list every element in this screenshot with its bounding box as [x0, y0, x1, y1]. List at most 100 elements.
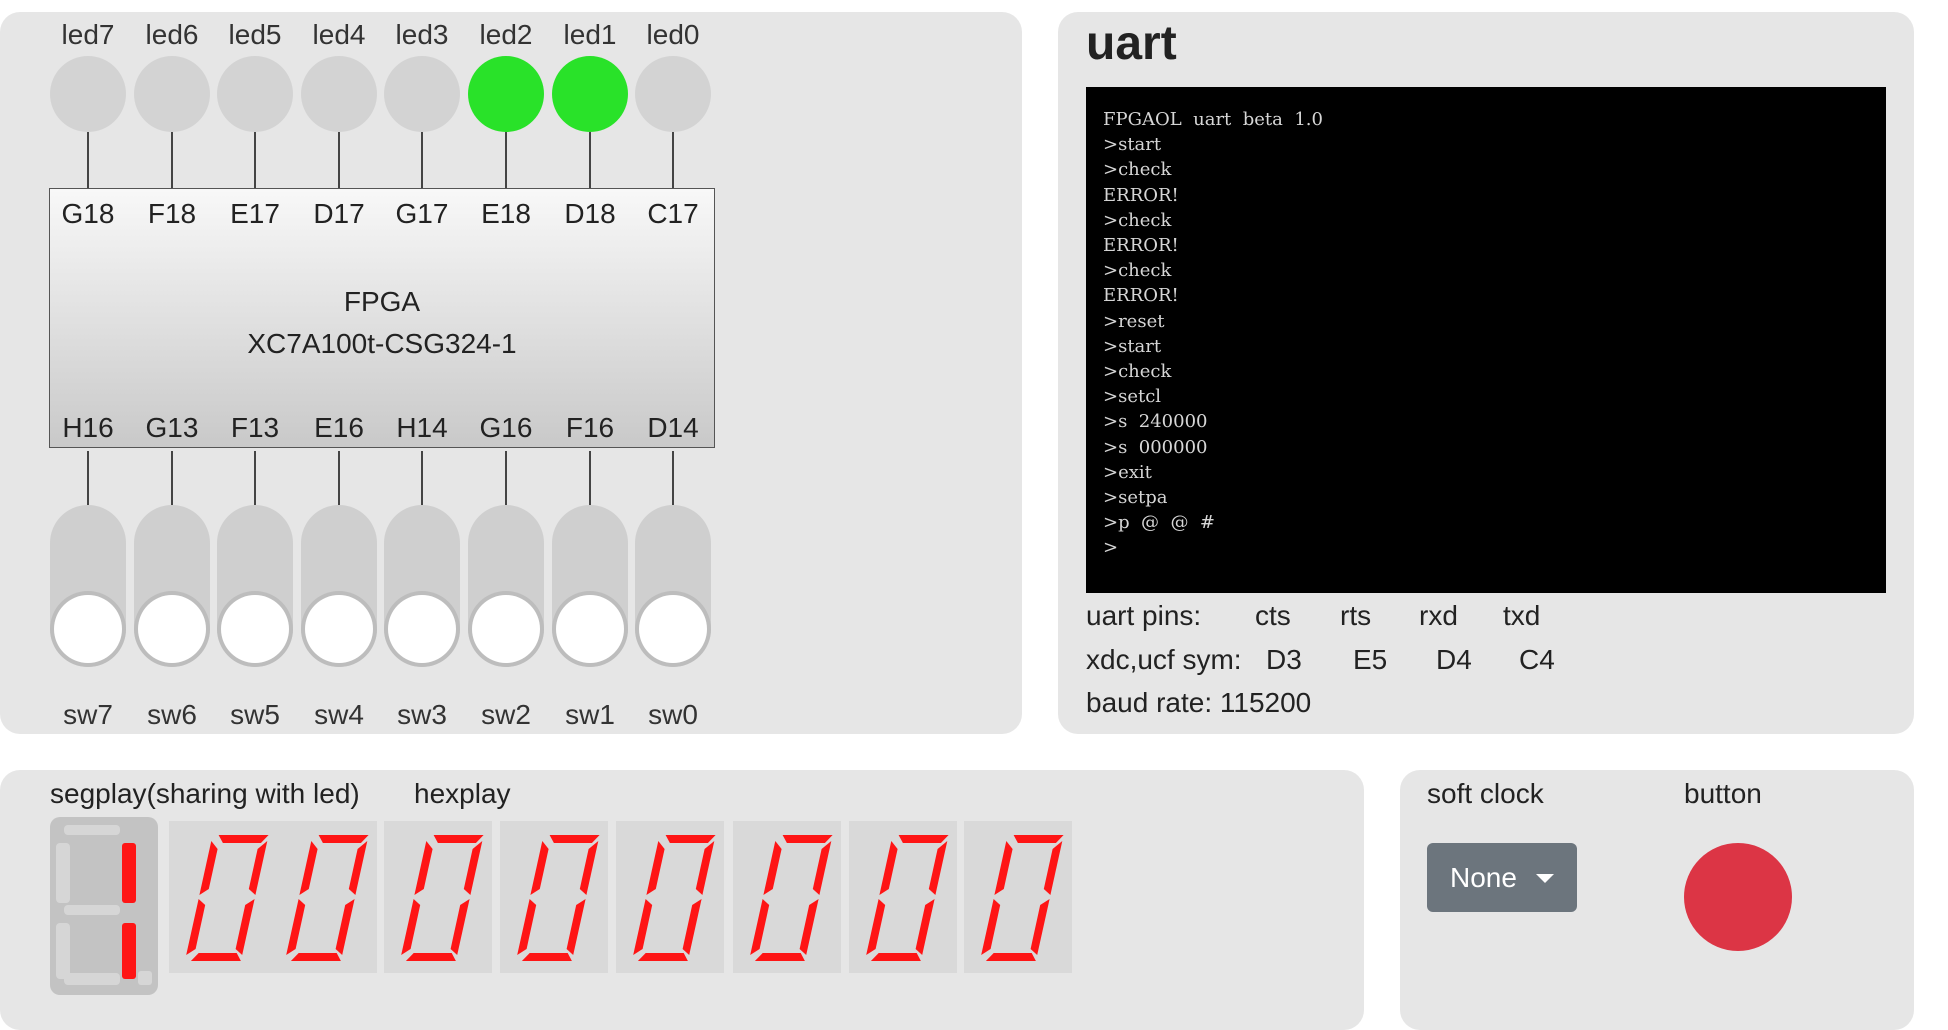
baud-rate-row: baud rate: 115200: [1086, 686, 1311, 720]
switch-label: sw2: [481, 699, 531, 730]
segment-c: [335, 899, 355, 955]
hex-digit: [964, 821, 1072, 973]
soft-clock-title: soft clock: [1427, 778, 1544, 809]
uart-pin-sym: C4: [1519, 644, 1555, 675]
switch-label: sw0: [648, 699, 698, 730]
fpga-pin: F13: [230, 412, 280, 443]
baud-rate-value: 115200: [1219, 687, 1312, 718]
segment-dp: [138, 971, 152, 985]
switch-sw0[interactable]: [635, 505, 711, 667]
fpga-pin: D14: [647, 412, 699, 443]
fpga-part: XC7A100t-CSG324-1: [247, 328, 517, 359]
switch-knob[interactable]: [639, 595, 707, 663]
uart-terminal[interactable]: FPGAOL uart beta 1.0 >start >check ERROR! >c…: [1086, 87, 1886, 593]
hex-digit: [616, 821, 724, 973]
uart-pin-name: cts: [1255, 600, 1291, 631]
segment-d: [754, 953, 805, 961]
switch-sw1[interactable]: [552, 505, 628, 667]
hex-digit: [500, 821, 608, 973]
segment-c: [915, 899, 935, 955]
switch-knob[interactable]: [388, 595, 456, 663]
fpga-pin: G16: [479, 412, 533, 443]
segment-a: [218, 835, 269, 843]
terminal-line: >check: [1103, 159, 1172, 181]
segment-a: [782, 835, 833, 843]
wire: [338, 451, 340, 505]
hex-digit-glyph: [981, 835, 1064, 961]
terminal-line: >setcl: [1103, 386, 1162, 408]
segment-e: [633, 899, 653, 955]
terminal-line: >setpa: [1103, 487, 1168, 509]
led-label: led7: [61, 19, 115, 50]
led-label: led0: [646, 19, 700, 50]
terminal-line: >reset: [1103, 310, 1165, 332]
terminal-line: ERROR!: [1103, 235, 1179, 257]
hex-digit-glyph: [866, 835, 949, 961]
segment-f: [646, 841, 665, 895]
hex-digit: [849, 821, 957, 973]
switch-knob[interactable]: [221, 595, 289, 663]
switch-knob[interactable]: [556, 595, 624, 663]
wire: [589, 132, 591, 188]
wire: [421, 132, 423, 188]
switch-knob[interactable]: [472, 595, 540, 663]
fpga-name: FPGA: [343, 286, 421, 317]
segment-d: [190, 953, 241, 961]
wire: [589, 451, 591, 505]
terminal-line: >exit: [1103, 461, 1152, 483]
fpga-pin: G18: [61, 198, 115, 229]
segment-b: [463, 841, 483, 895]
uart-pin-sym: E5: [1353, 644, 1388, 675]
segment-c: [1030, 899, 1050, 955]
segplay-title: segplay(sharing with led): [50, 778, 360, 809]
uart-pin-sym: D4: [1436, 644, 1472, 675]
segment-a: [665, 835, 716, 843]
segment-f: [299, 841, 318, 895]
switch-sw2[interactable]: [468, 505, 544, 667]
fpga-pin: E18: [481, 198, 531, 229]
switch-sw7[interactable]: [50, 505, 126, 667]
segment-b: [122, 843, 136, 903]
switch-sw6[interactable]: [134, 505, 210, 667]
terminal-line: FPGAOL uart beta 1.0: [1103, 109, 1323, 130]
led-label: led5: [228, 19, 282, 50]
wire: [171, 451, 173, 505]
uart-sym-label: xdc,ucf sym:: [1086, 644, 1242, 675]
terminal-line: ERROR!: [1103, 184, 1179, 206]
switch-sw4[interactable]: [301, 505, 377, 667]
terminal-line: >check: [1103, 209, 1172, 231]
fpga-pin: D18: [564, 198, 616, 229]
soft-clock-dropdown[interactable]: None: [1427, 843, 1577, 912]
switch-knob[interactable]: [305, 595, 373, 663]
fpga-pin: G13: [145, 412, 199, 443]
uart-title: uart: [1086, 17, 1177, 70]
switch-knob[interactable]: [138, 595, 206, 663]
segment-b: [812, 841, 832, 895]
switch-sw3[interactable]: [384, 505, 460, 667]
segment-d: [985, 953, 1036, 961]
segment-e: [286, 899, 306, 955]
segment-f: [530, 841, 549, 895]
segment-e: [866, 899, 886, 955]
uart-pins-label: uart pins:: [1086, 600, 1202, 631]
segment-a: [64, 825, 120, 835]
push-button[interactable]: [1684, 843, 1792, 951]
segment-f: [56, 843, 70, 903]
segplay-digit: [50, 817, 158, 995]
hex-digit: [733, 821, 841, 973]
segment-a: [1013, 835, 1064, 843]
terminal-line: >check: [1103, 361, 1172, 383]
terminal-line: ERROR!: [1103, 285, 1179, 307]
switch-knob[interactable]: [54, 595, 122, 663]
fpga-pin: C17: [647, 198, 699, 229]
wire: [171, 132, 173, 188]
switch-sw5[interactable]: [217, 505, 293, 667]
terminal-line: >check: [1103, 260, 1172, 282]
segment-b: [579, 841, 599, 895]
switch-label: sw1: [565, 699, 615, 730]
uart-pin-sym: D3: [1266, 644, 1302, 675]
terminal-line: >: [1103, 537, 1119, 559]
wire: [87, 451, 89, 505]
terminal-line: >p @ @ #: [1103, 512, 1216, 534]
hex-digit: [169, 821, 277, 973]
